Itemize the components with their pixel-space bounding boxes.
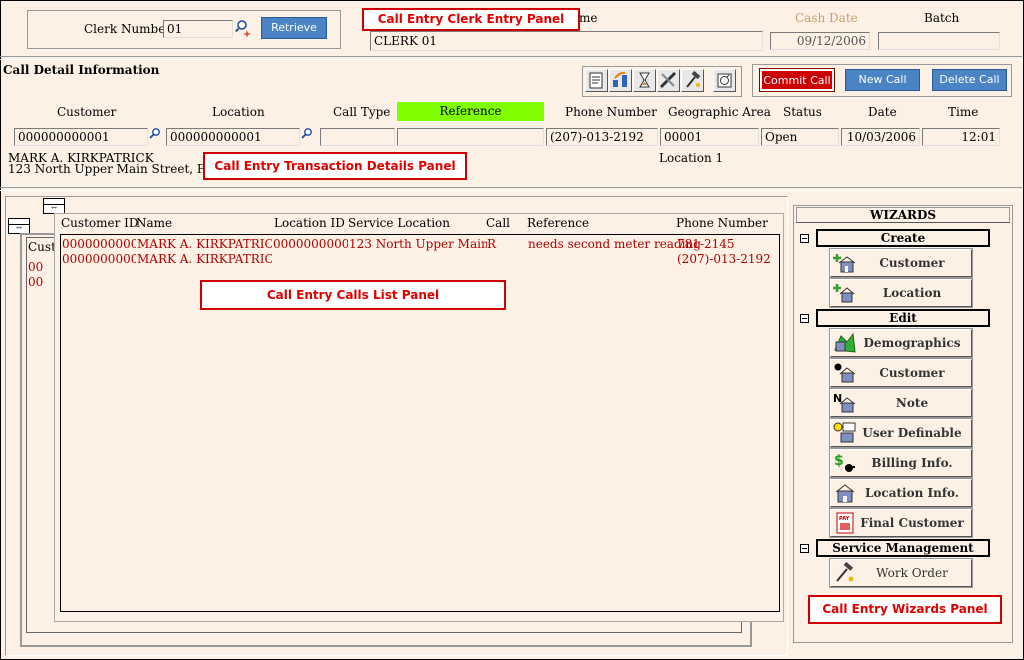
geo-area-input[interactable]: 00001 [660,128,759,146]
row-service-location: 123 North Upper Main Stre [349,237,487,251]
wizard-section-service-management: Service Management [816,539,990,557]
phone-header: Phone Number [565,105,657,119]
wizards-title-bar: WIZARDS [796,207,1010,223]
clerk-number-input[interactable]: 01 [163,20,233,38]
clerk-name-field: CLERK 01 [370,31,763,51]
col-name[interactable]: Name [136,216,172,230]
divider [0,56,1022,60]
wizard-location-info-button[interactable]: Location Info. [829,478,973,508]
date-header: Date [868,105,897,119]
col-call[interactable]: Call [486,216,510,230]
notes-icon[interactable] [585,69,608,92]
back-panel-row: 00 [28,275,44,289]
row-customer-id: 000000000001 [62,252,136,266]
reference-header: Reference [397,102,544,121]
reference-input[interactable] [397,128,544,146]
time-header: Time [948,105,979,119]
row-location-id: 000000000001 [273,237,348,251]
divider [0,187,1022,191]
wizard-billing-info-button[interactable]: $ Billing Info. [829,448,973,478]
annotation-wizards-panel: Call Entry Wizards Panel [808,595,1002,624]
new-call-button[interactable]: New Call [845,69,920,91]
wizard-note-button[interactable]: N Note [829,388,973,418]
annotation-calls-panel: Call Entry Calls List Panel [200,280,506,310]
retrieve-button[interactable]: Retrieve [261,17,327,39]
back-panel-row: 00 [28,260,44,274]
wizard-section-create: Create [816,229,990,247]
status-header: Status [783,105,822,119]
location-input[interactable]: 000000000001 [166,128,300,146]
row-phone: 781-2145 [677,237,735,251]
collapse-create-icon[interactable] [800,234,809,243]
date-input[interactable]: 10/03/2006 [841,128,920,146]
row-name: MARK A. KIRKPATRICK [137,252,272,266]
col-service-location[interactable]: Service Location [348,216,450,230]
call-type-header: Call Type [333,105,391,119]
cash-date-label: Cash Date [795,11,858,25]
customer-header: Customer [57,105,117,119]
location-description: Location 1 [659,151,724,165]
collapse-service-icon[interactable] [800,544,809,553]
geo-area-header: Geographic Area [668,105,771,119]
hammer-icon[interactable] [681,69,704,92]
call-type-input[interactable] [320,128,395,146]
table-row[interactable]: 000000000001 MARK A. KIRKPATRICK 0000000… [61,237,777,252]
row-name: MARK A. KIRKPATRICK [137,237,272,251]
batch-label: Batch [924,11,960,25]
row-customer-id: 000000000001 [62,237,136,251]
phone-input[interactable]: (207)-013-2192 [546,128,658,146]
search-icon[interactable] [235,19,253,37]
transfer-icon[interactable] [609,69,632,92]
reference-header-label: Reference [439,104,502,118]
customer-address-text: 123 North Upper Main Street, FA [8,162,213,176]
col-customer-id[interactable]: Customer ID [61,216,139,230]
row-reference: needs second meter reading [528,237,701,251]
wizards-title: WIZARDS [869,208,937,222]
status-input[interactable]: Open [761,128,839,146]
wizard-work-order-button[interactable]: Work Order [829,558,973,588]
tools-icon[interactable] [657,69,680,92]
customer-input[interactable]: 000000000001 [14,128,148,146]
dock-handle-icon[interactable]: ↔ [8,218,30,234]
svg-text:PAY: PAY [839,516,850,522]
cash-date-field: 09/12/2006 [770,32,870,50]
collapse-edit-icon[interactable] [800,314,809,323]
customer-search-icon[interactable] [149,127,161,139]
row-phone: (207)-013-2192 [677,252,771,266]
location-header: Location [212,105,265,119]
wizard-user-definable-button[interactable]: User Definable [829,418,973,448]
wizard-location-button[interactable]: Location [829,278,973,308]
col-phone-number[interactable]: Phone Number [676,216,768,230]
refresh-icon[interactable] [713,69,736,92]
annotation-details-panel: Call Entry Transaction Details Panel [203,152,467,180]
wizard-demographics-button[interactable]: Demographics [829,328,973,358]
annotation-clerk-panel: Call Entry Clerk Entry Panel [362,8,580,31]
delete-call-button[interactable]: Delete Call [932,69,1007,91]
batch-field[interactable] [878,32,1000,50]
time-input[interactable]: 12:01 [922,128,1000,146]
commit-call-button[interactable]: Commit Call [759,68,835,92]
table-row[interactable]: 000000000001 MARK A. KIRKPATRICK (207)-0… [61,252,777,267]
wizard-customer-button[interactable]: Customer [829,248,973,278]
wizard-section-edit: Edit [816,309,990,327]
call-detail-title: Call Detail Information [3,63,160,77]
wizard-final-customer-button[interactable]: PAY Final Customer [829,508,973,538]
row-call: R [487,237,497,251]
svg-text:$: $ [834,453,844,469]
col-reference[interactable]: Reference [527,216,589,230]
dock-handle-icon[interactable]: ↔ [43,198,65,214]
hourglass-icon[interactable] [633,69,656,92]
clerk-name-label: me [579,11,598,25]
col-location-id[interactable]: Location ID [274,216,345,230]
location-search-icon[interactable] [301,127,313,139]
wizard-customer-service-button[interactable]: Customer Service [829,358,973,406]
clerk-number-label: Clerk Number: [84,22,176,36]
